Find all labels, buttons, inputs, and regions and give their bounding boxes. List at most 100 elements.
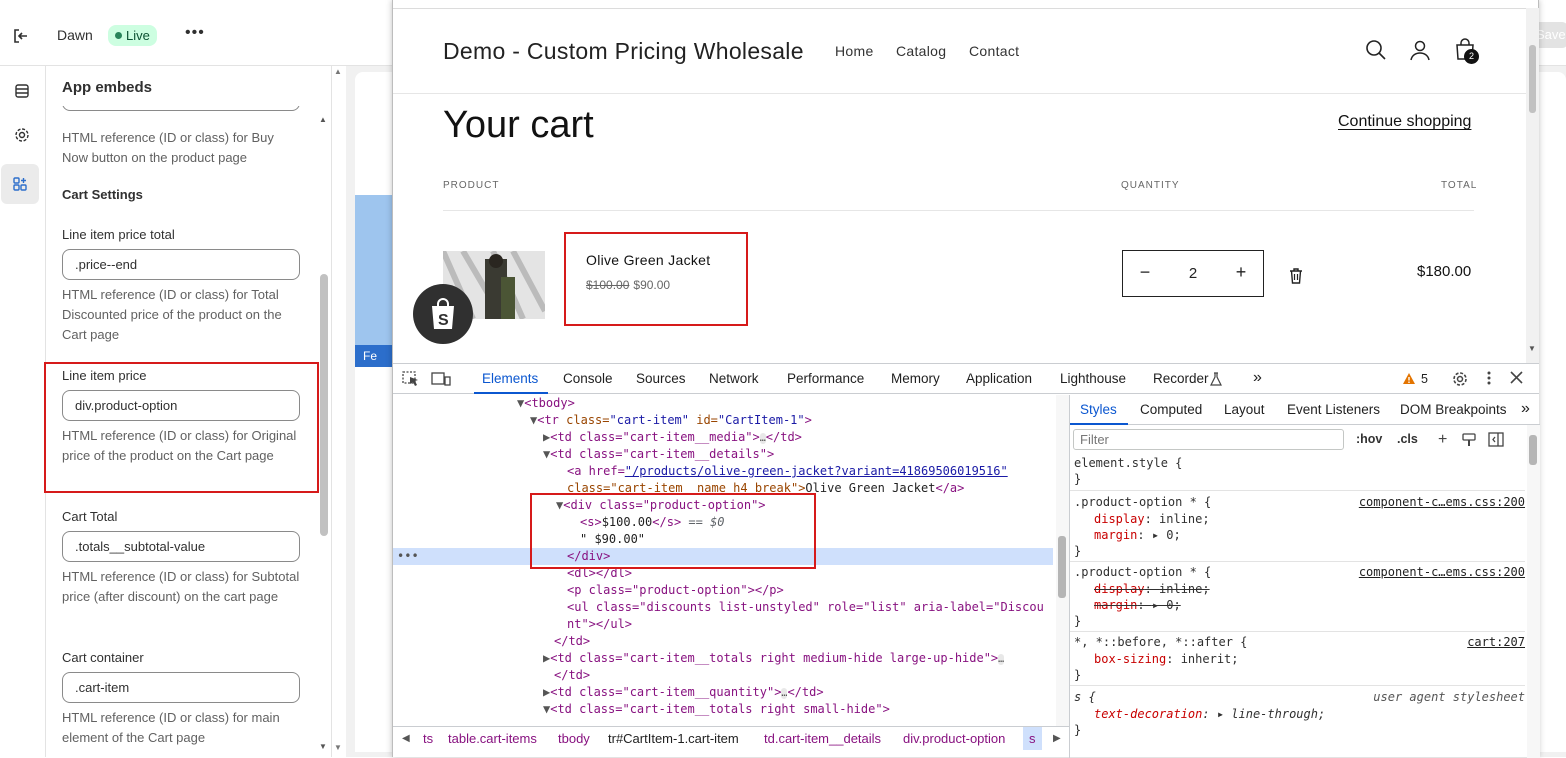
new-style-rule-icon[interactable]: + <box>1438 431 1447 449</box>
tab-memory[interactable]: Memory <box>891 371 940 386</box>
tab-dom-breakpoints[interactable]: DOM Breakpoints <box>1400 402 1507 417</box>
tab-lighthouse[interactable]: Lighthouse <box>1060 371 1126 386</box>
breadcrumb-item[interactable]: table.cart-items <box>448 731 537 746</box>
tab-recorder[interactable]: Recorder <box>1153 371 1209 386</box>
devtools-settings-gear-icon[interactable] <box>1451 370 1469 391</box>
store-title[interactable]: Demo - Custom Pricing Wholesale <box>443 38 804 65</box>
toggle-sidebar-icon[interactable] <box>1488 432 1504 450</box>
breadcrumb-item[interactable]: tr#CartItem-1.cart-item <box>608 731 739 746</box>
warning-count[interactable]: 5 <box>1421 372 1428 386</box>
dom-line[interactable]: ▶<td class="cart-item__quantity">…</td> <box>543 684 824 701</box>
dom-line[interactable]: </td> <box>554 633 590 650</box>
style-prop[interactable]: text-decoration: ▸ line-through; <box>1094 706 1325 722</box>
panel-scroll-thumb[interactable] <box>320 274 328 536</box>
style-rule[interactable]: element.style { } <box>1070 455 1525 491</box>
cart-total-input[interactable]: .totals__subtotal-value <box>62 531 300 562</box>
line-item-price-total-input[interactable]: .price--end <box>62 249 300 280</box>
continue-shopping-link[interactable]: Continue shopping <box>1338 113 1471 131</box>
tab-elements[interactable]: Elements <box>482 371 538 386</box>
hov-toggle[interactable]: :hov <box>1356 432 1382 446</box>
dom-line[interactable]: ▼<tr class="cart-item" id="CartItem-1"> <box>530 412 812 429</box>
style-prop-overridden[interactable]: margin: ▸ 0; <box>1094 597 1181 613</box>
styles-filter-input[interactable]: Filter <box>1073 429 1344 450</box>
device-toolbar-icon[interactable] <box>431 371 451 390</box>
rule-source-link[interactable]: cart:207 <box>1467 634 1525 650</box>
quantity-increase-button[interactable]: + <box>1231 262 1251 283</box>
style-rule[interactable]: .product-option * { component-c…ems.css:… <box>1070 564 1525 632</box>
more-style-tabs-button[interactable]: » <box>1521 400 1530 418</box>
breadcrumb-item[interactable]: ts <box>423 731 433 746</box>
nav-catalog[interactable]: Catalog <box>896 43 946 59</box>
tab-network[interactable]: Network <box>709 371 759 386</box>
breadcrumb-item[interactable]: td.cart-item__details <box>764 731 881 746</box>
outer-scroll-down-icon[interactable]: ▼ <box>334 743 342 752</box>
breadcrumb-item[interactable]: div.product-option <box>903 731 1005 746</box>
warning-icon[interactable] <box>1402 372 1416 388</box>
quantity-decrease-button[interactable]: − <box>1135 262 1155 283</box>
theme-settings-gear-icon[interactable] <box>9 122 35 148</box>
tab-computed[interactable]: Computed <box>1140 402 1202 417</box>
store-scroll-thumb[interactable] <box>1529 45 1536 113</box>
inspect-element-icon[interactable] <box>402 371 420 390</box>
buy-now-help: HTML reference (ID or class) for Buy Now… <box>62 130 274 165</box>
line-item-price-total-help: HTML reference (ID or class) for Total D… <box>62 287 282 342</box>
nav-contact[interactable]: Contact <box>969 43 1019 59</box>
style-rule[interactable]: s { user agent stylesheet text-decoratio… <box>1070 689 1525 741</box>
dom-line[interactable]: nt"></ul> <box>567 616 632 633</box>
tab-console[interactable]: Console <box>563 371 613 386</box>
browser-window: Demo - Custom Pricing Wholesale Home Cat… <box>392 0 1540 758</box>
style-prop[interactable]: box-sizing: inherit; <box>1094 651 1239 667</box>
more-actions-button[interactable]: ••• <box>185 24 205 42</box>
paint-brush-icon[interactable] <box>1462 433 1476 450</box>
dom-line[interactable]: ▶<td class="cart-item__totals right medi… <box>543 650 1005 667</box>
style-prop[interactable]: margin: ▸ 0; <box>1094 527 1181 543</box>
app-embeds-icon[interactable] <box>1 164 39 204</box>
tab-performance[interactable]: Performance <box>787 371 864 386</box>
tab-layout[interactable]: Layout <box>1224 402 1265 417</box>
search-icon[interactable] <box>1365 39 1387 66</box>
rule-source-link[interactable]: component-c…ems.css:200 <box>1359 494 1525 510</box>
dom-line[interactable]: <p class="product-option"></p> <box>567 582 784 599</box>
node-actions-button[interactable]: ••• <box>397 548 419 565</box>
sections-icon[interactable] <box>9 78 35 104</box>
dom-line[interactable]: ▼<tbody> <box>517 395 575 412</box>
nav-home[interactable]: Home <box>835 43 874 59</box>
more-tabs-button[interactable]: » <box>1253 369 1262 387</box>
rule-source-link[interactable]: component-c…ems.css:200 <box>1359 564 1525 580</box>
breadcrumb-scroll-right-icon[interactable]: ▶ <box>1053 733 1061 744</box>
buy-now-field[interactable] <box>62 106 300 111</box>
breadcrumb-item-selected[interactable]: s <box>1023 727 1042 750</box>
dom-line[interactable]: <a href="/products/olive-green-jacket?va… <box>567 463 1008 480</box>
style-prop[interactable]: display: inline; <box>1094 511 1210 527</box>
account-icon[interactable] <box>1409 39 1431 66</box>
exit-icon[interactable] <box>10 25 32 47</box>
dom-line[interactable]: ▶<td class="cart-item__media">…</td> <box>543 429 802 446</box>
style-prop-overridden[interactable]: display: inline; <box>1094 581 1210 597</box>
cls-toggle[interactable]: .cls <box>1397 432 1418 446</box>
style-rule[interactable]: .product-option * { component-c…ems.css:… <box>1070 494 1525 562</box>
tab-sources[interactable]: Sources <box>636 371 686 386</box>
outer-scroll-up-icon[interactable]: ▲ <box>334 67 342 76</box>
devtools-menu-icon[interactable] <box>1487 370 1491 389</box>
tab-event-listeners[interactable]: Event Listeners <box>1287 402 1380 417</box>
cart-container-input[interactable]: .cart-item <box>62 672 300 703</box>
remove-item-trash-icon[interactable] <box>1289 268 1303 289</box>
styles-scrollbar[interactable] <box>1527 425 1540 758</box>
style-rule[interactable]: *, *::before, *::after { cart:207 box-si… <box>1070 634 1525 686</box>
dom-line[interactable]: <ul class="discounts list-unstyled" role… <box>567 599 1044 616</box>
scroll-down-icon[interactable]: ▼ <box>319 742 327 751</box>
dom-line[interactable]: ▼<td class="cart-item__details"> <box>543 446 774 463</box>
breadcrumb-item[interactable]: tbody <box>558 731 590 746</box>
scroll-up-icon[interactable]: ▲ <box>319 115 327 124</box>
breadcrumb-scroll-left-icon[interactable]: ◀ <box>402 733 410 744</box>
styles-scroll-thumb[interactable] <box>1529 435 1537 465</box>
close-devtools-icon[interactable] <box>1510 371 1523 387</box>
dom-line[interactable]: </td> <box>554 667 590 684</box>
tab-application[interactable]: Application <box>966 371 1032 386</box>
tab-styles[interactable]: Styles <box>1080 402 1117 417</box>
quantity-input[interactable]: 2 <box>1173 265 1213 282</box>
dom-tree-scroll-thumb[interactable] <box>1058 536 1066 598</box>
cart-icon[interactable]: 2 <box>1453 37 1481 65</box>
store-scroll-down-icon[interactable]: ▼ <box>1528 344 1536 353</box>
dom-line[interactable]: ▼<td class="cart-item__totals right smal… <box>543 701 890 718</box>
